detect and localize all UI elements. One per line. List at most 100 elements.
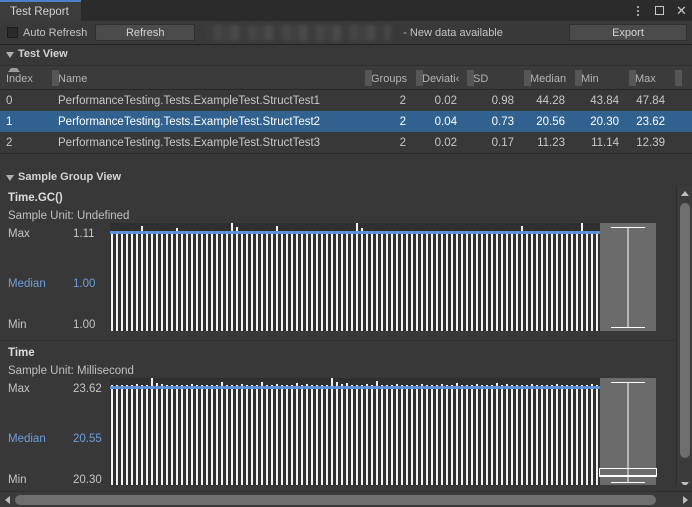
chart-bar xyxy=(226,384,229,486)
refresh-button[interactable]: Refresh xyxy=(95,24,196,41)
chart-bar xyxy=(441,384,444,486)
chart-bar xyxy=(361,384,364,486)
stat-max-value: 23.62 xyxy=(73,383,102,395)
whisker-cap-max xyxy=(611,382,645,383)
chart-bar xyxy=(356,223,359,331)
column-header-sd[interactable]: SD xyxy=(467,66,524,89)
chart-bar xyxy=(491,384,494,486)
chart-bar xyxy=(476,230,479,331)
chart-bar xyxy=(351,384,354,486)
sample-group-view-foldout[interactable]: Sample Group View xyxy=(6,171,121,183)
column-header-median[interactable]: Median xyxy=(524,66,575,89)
column-header-max[interactable]: Max xyxy=(629,66,675,89)
chart-bar xyxy=(381,384,384,486)
chart-bar xyxy=(156,230,159,331)
chart-bar xyxy=(331,230,334,331)
horizontal-scrollbar-thumb[interactable] xyxy=(15,495,656,505)
chart-bar xyxy=(406,384,409,486)
chart-bar xyxy=(421,230,424,331)
cell-max: 12.39 xyxy=(636,136,665,149)
group-title: Time.GC() xyxy=(8,192,63,204)
scroll-left-arrow-icon[interactable] xyxy=(0,492,14,507)
chart-bar xyxy=(471,384,474,486)
chart-bar xyxy=(596,230,599,331)
chart-bar xyxy=(476,384,479,486)
column-header-deviation[interactable]: Deviati‹ xyxy=(416,66,467,89)
chart-bar xyxy=(511,230,514,331)
chart-bar xyxy=(526,230,529,331)
chart-bar xyxy=(551,230,554,331)
auto-refresh-label: Auto Refresh xyxy=(23,26,88,39)
chart-bar xyxy=(576,230,579,331)
chart-bar xyxy=(146,384,149,486)
table-row[interactable]: 2 PerformanceTesting.Tests.ExampleTest.S… xyxy=(0,132,692,153)
chart-bar xyxy=(586,384,589,486)
chart-bar xyxy=(186,384,189,486)
scroll-right-arrow-icon[interactable] xyxy=(678,492,692,507)
chart-bar xyxy=(561,230,564,331)
column-header-min[interactable]: Min xyxy=(575,66,629,89)
chart-bar xyxy=(246,384,249,486)
vertical-scrollbar-thumb[interactable] xyxy=(680,203,690,458)
export-button[interactable]: Export xyxy=(569,24,687,41)
search-input[interactable] xyxy=(205,24,392,41)
chart-bar xyxy=(411,384,414,486)
chart-bar xyxy=(271,384,274,486)
table-row[interactable]: 0 PerformanceTesting.Tests.ExampleTest.S… xyxy=(0,90,692,111)
stat-median-value: 20.55 xyxy=(73,433,102,445)
chart-bar xyxy=(436,384,439,486)
close-icon[interactable]: ✕ xyxy=(675,4,688,17)
chart-bar xyxy=(216,230,219,331)
chart-bar xyxy=(321,230,324,331)
tab-label: Test Report xyxy=(10,5,69,18)
maximize-icon[interactable] xyxy=(653,4,666,17)
group-unit-label: Sample Unit: Undefined xyxy=(8,210,130,222)
chart-bar xyxy=(276,225,279,331)
tab-test-report[interactable]: Test Report xyxy=(0,0,81,21)
auto-refresh-toggle[interactable]: Auto Refresh xyxy=(7,27,87,39)
status-text: - New data available xyxy=(403,26,503,39)
chart-bar xyxy=(311,384,314,486)
chart-bar xyxy=(526,384,529,486)
box-plot-region[interactable] xyxy=(599,378,657,486)
chart-bar xyxy=(541,230,544,331)
test-view-foldout[interactable]: Test View xyxy=(6,48,68,60)
scroll-up-arrow-icon[interactable] xyxy=(677,186,692,200)
chart-bar xyxy=(556,384,559,486)
group-chart[interactable] xyxy=(110,378,657,486)
chart-bar xyxy=(151,378,154,486)
column-header-groups[interactable]: Groups xyxy=(365,66,416,89)
chart-bar xyxy=(376,381,379,486)
chart-bar xyxy=(186,230,189,331)
kebab-menu-icon[interactable] xyxy=(631,4,644,17)
test-view-table: Index Name Groups Deviati‹ SD Median Min… xyxy=(0,65,692,154)
chart-bar xyxy=(261,230,264,331)
chart-bar xyxy=(301,384,304,486)
window-tab-bar: Test Report ✕ xyxy=(0,0,692,21)
column-header-extra[interactable] xyxy=(675,66,692,89)
chart-bar xyxy=(346,230,349,331)
chart-bar xyxy=(316,384,319,486)
cell-min: 43.84 xyxy=(590,94,619,107)
chart-bar xyxy=(191,384,194,486)
column-header-index[interactable]: Index xyxy=(0,66,52,89)
table-row[interactable]: 1 PerformanceTesting.Tests.ExampleTest.S… xyxy=(0,111,692,132)
chart-bar xyxy=(336,230,339,331)
group-unit-label: Sample Unit: Millisecond xyxy=(8,365,134,377)
chart-bar xyxy=(511,384,514,486)
horizontal-scrollbar[interactable] xyxy=(0,491,692,507)
chart-bar xyxy=(291,384,294,486)
auto-refresh-checkbox[interactable] xyxy=(7,27,18,38)
chart-bar xyxy=(326,230,329,331)
chart-bar xyxy=(196,384,199,486)
chart-bar xyxy=(206,230,209,331)
column-header-name[interactable]: Name xyxy=(52,66,365,89)
chart-bar xyxy=(136,384,139,486)
chart-bar xyxy=(341,384,344,486)
cell-deviation: 0.02 xyxy=(434,94,457,107)
chart-bar xyxy=(506,384,509,486)
vertical-scrollbar[interactable] xyxy=(676,186,692,491)
box-plot-region[interactable] xyxy=(600,223,656,331)
median-line xyxy=(110,230,600,234)
group-chart[interactable] xyxy=(110,223,656,331)
